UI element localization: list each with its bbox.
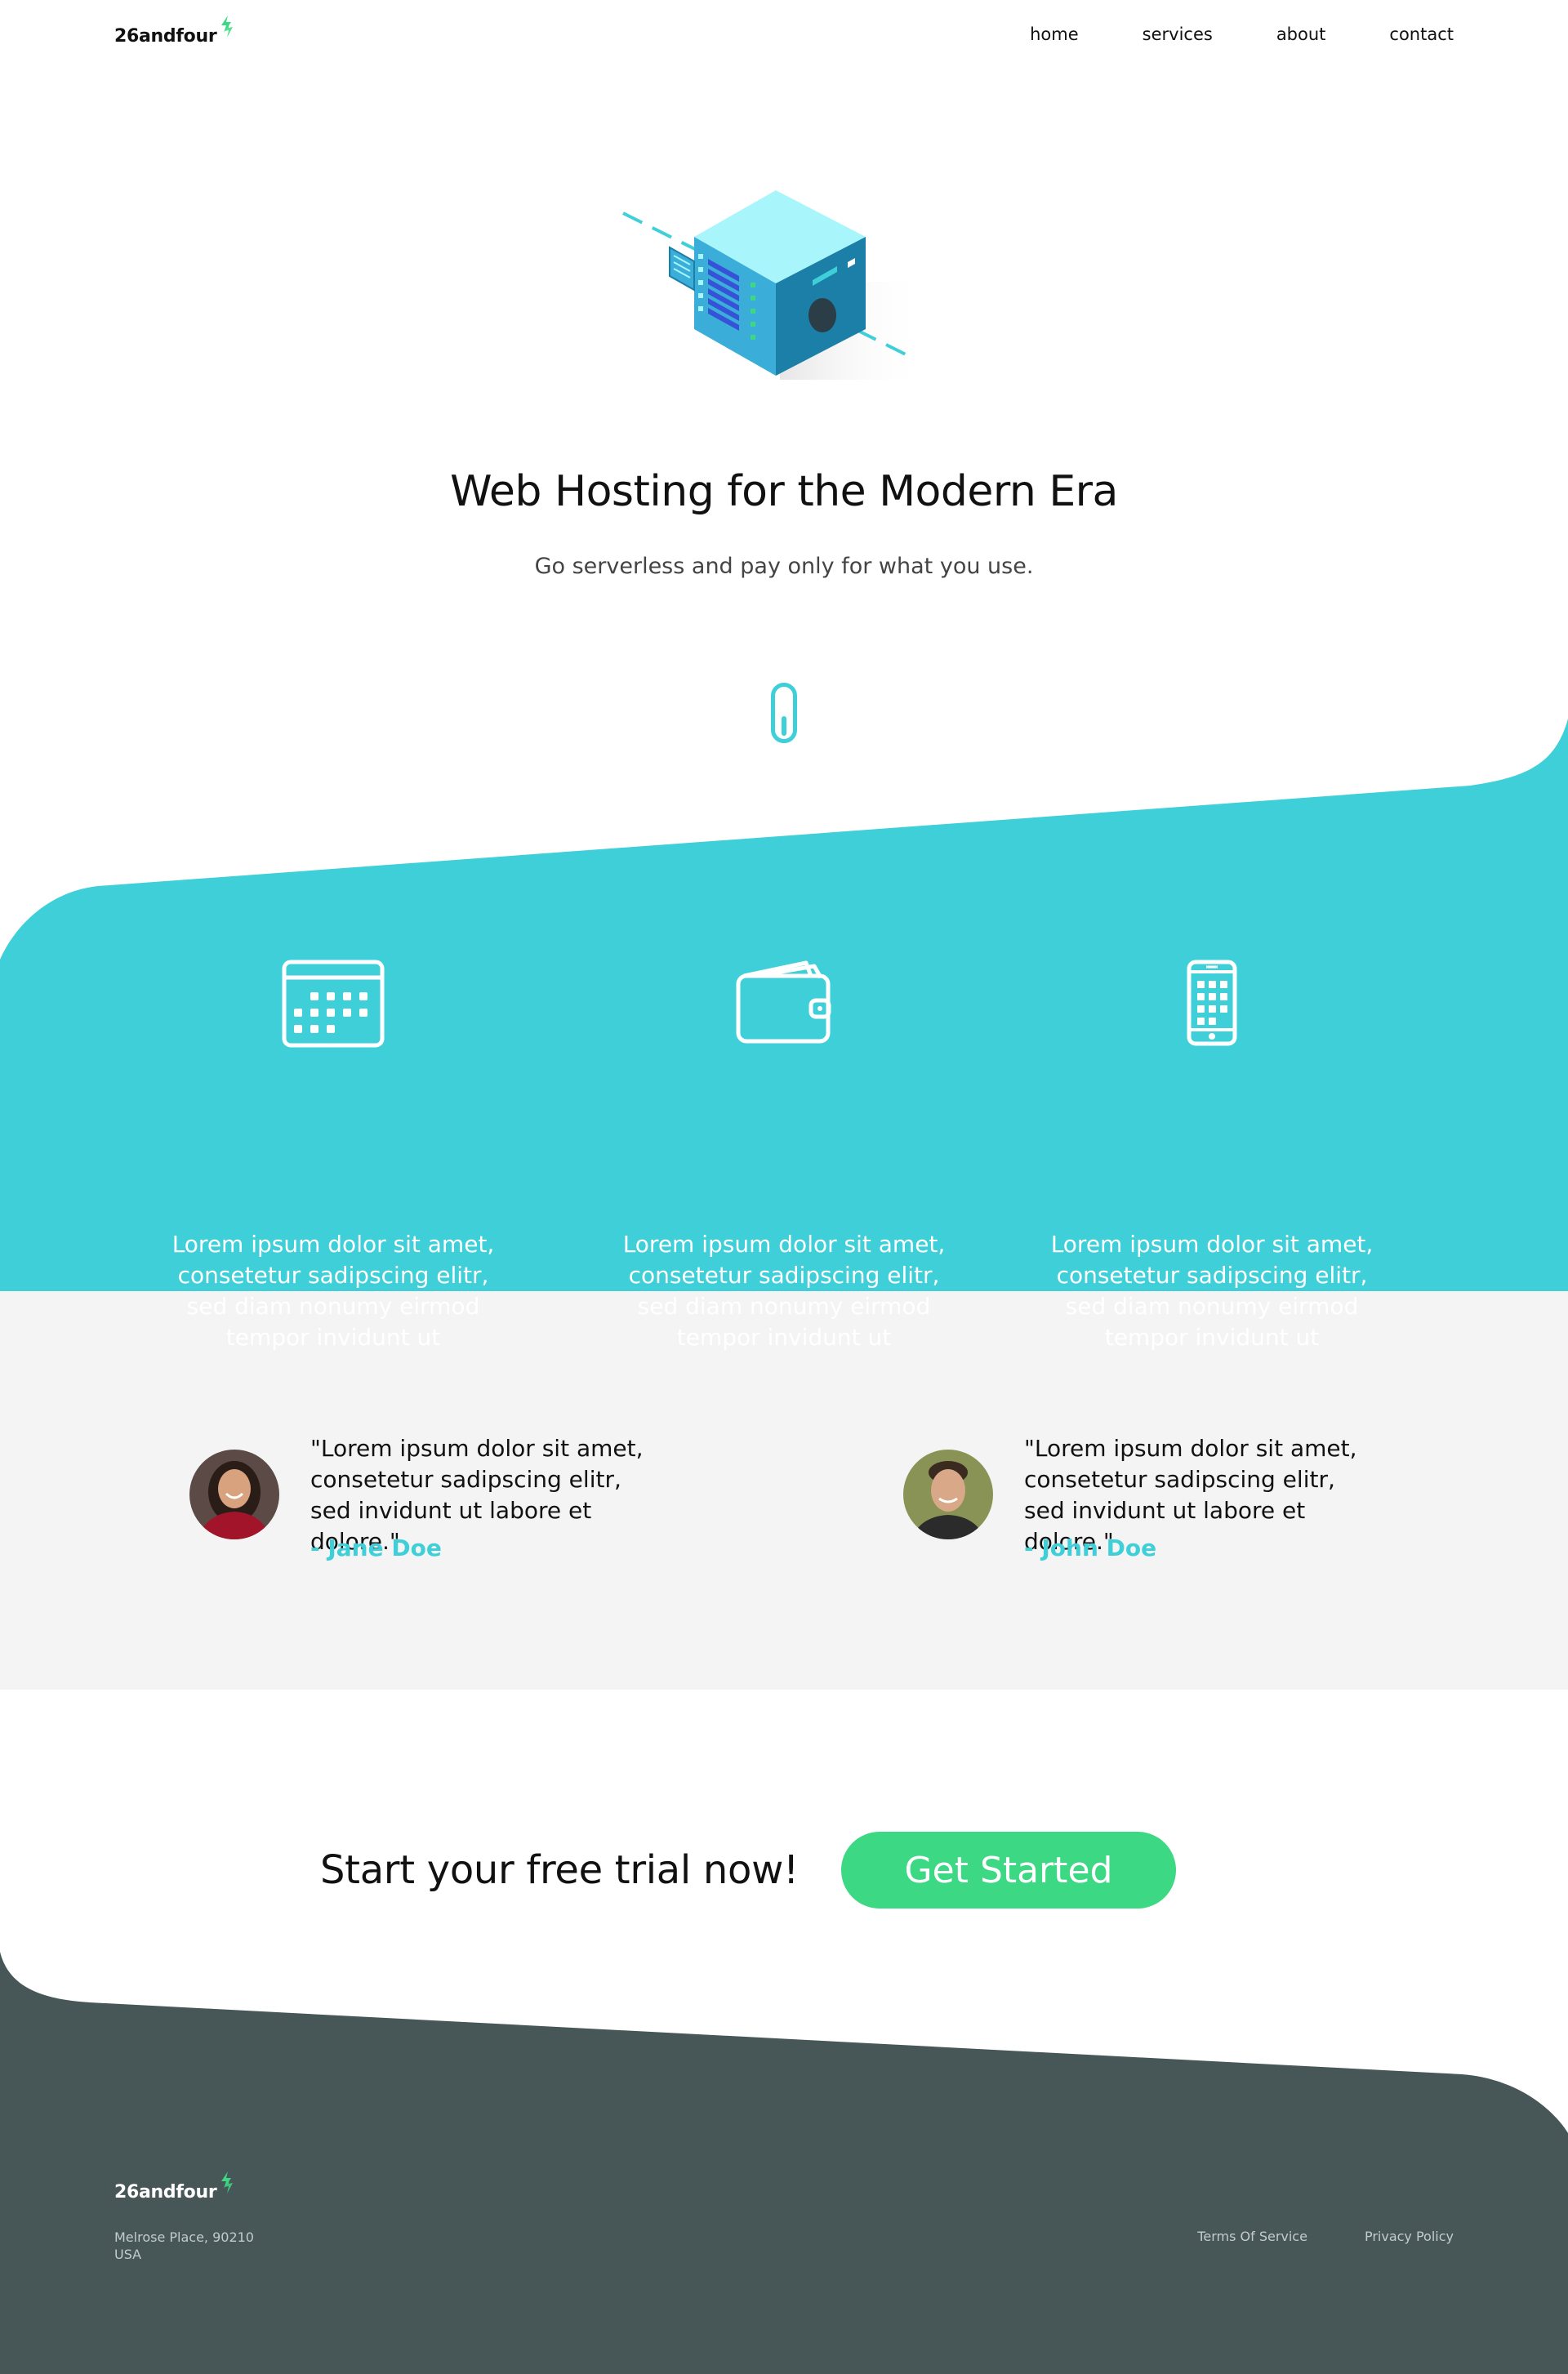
woman-avatar-icon	[189, 1450, 279, 1539]
logo-text: 26andfour	[114, 2182, 217, 2203]
avatar	[189, 1450, 279, 1539]
feature-text: Lorem ipsum dolor sit amet, consetetur s…	[1050, 1231, 1374, 1351]
scroll-wheel-dot	[782, 716, 786, 736]
hero-title: Web Hosting for the Modern Era	[450, 467, 1118, 516]
nav-services-link[interactable]: services	[1143, 24, 1213, 44]
footer-links: Terms Of Service Privacy Policy	[1140, 2229, 1454, 2244]
footer-logo[interactable]: 26andfour	[114, 2171, 234, 2203]
man-avatar-icon	[903, 1450, 993, 1539]
calendar-icon	[282, 960, 385, 1048]
testimonial-author: - Jane Doe	[310, 1534, 442, 1561]
logo-text: 26andfour	[114, 26, 217, 47]
terms-of-service-link[interactable]: Terms Of Service	[1197, 2229, 1307, 2244]
privacy-policy-link[interactable]: Privacy Policy	[1365, 2229, 1454, 2244]
address-line-1: Melrose Place, 90210	[114, 2229, 254, 2245]
feature-item: Lorem ipsum dolor sit amet, consetetur s…	[1040, 960, 1383, 1351]
lightning-bolt-icon	[221, 16, 234, 38]
address-line-2: USA	[114, 2247, 142, 2262]
server-cube-icon	[622, 190, 927, 380]
nav-home-link[interactable]: home	[1030, 24, 1079, 44]
nav-about-link[interactable]: about	[1276, 24, 1326, 44]
feature-item: Lorem ipsum dolor sit amet, consetetur s…	[612, 960, 956, 1351]
feature-item: Lorem ipsum dolor sit amet, consetetur s…	[162, 960, 505, 1351]
smartphone-icon	[1187, 960, 1237, 1046]
main-nav: home services about contact	[966, 24, 1454, 44]
feature-text: Lorem ipsum dolor sit amet, consetetur s…	[622, 1231, 946, 1351]
header-logo[interactable]: 26andfour	[114, 16, 234, 47]
nav-contact-link[interactable]: contact	[1389, 24, 1454, 44]
mouse-scroll-icon[interactable]	[771, 683, 797, 743]
cta-heading: Start your free trial now!	[320, 1847, 799, 1893]
lightning-bolt-icon	[221, 2171, 234, 2194]
footer-address: Melrose Place, 90210 USA	[114, 2229, 254, 2263]
hero-subtitle: Go serverless and pay only for what you …	[534, 554, 1034, 579]
footer-band	[0, 1952, 1568, 2374]
testimonial-author: - John Doe	[1024, 1534, 1157, 1561]
wallet-icon	[736, 960, 831, 1044]
avatar	[903, 1450, 993, 1539]
feature-text: Lorem ipsum dolor sit amet, consetetur s…	[172, 1231, 495, 1351]
get-started-button[interactable]: Get Started	[841, 1832, 1176, 1909]
